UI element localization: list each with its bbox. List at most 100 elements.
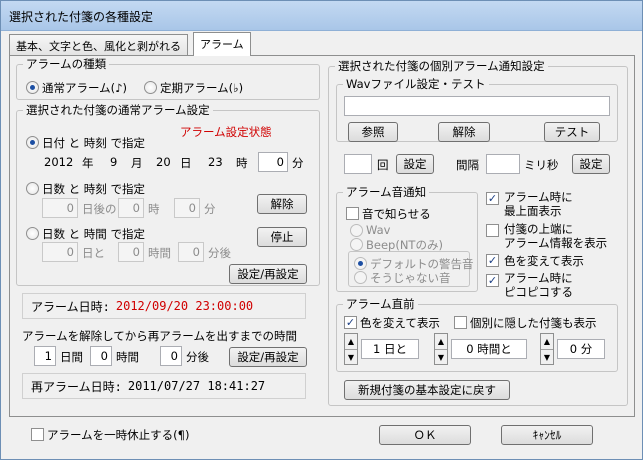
sound-enable-label: 音で知らせる <box>362 207 431 221</box>
days-time-radio[interactable] <box>26 182 39 195</box>
minute-field[interactable]: 0 <box>258 152 288 172</box>
hidden-notes-checkbox[interactable] <box>454 316 467 329</box>
month-value[interactable]: 9 <box>110 155 117 169</box>
spin-up-icon[interactable]: ▲ <box>345 334 357 349</box>
days-after-unit: 日後の <box>82 202 117 216</box>
realarm-set-button[interactable]: 設定/再設定 <box>229 347 307 367</box>
reset-defaults-button[interactable]: 新規付箋の基本設定に戻す <box>344 380 510 400</box>
before-minutes-spinner[interactable]: ▲ ▼ <box>540 333 554 365</box>
hour-value[interactable]: 23 <box>208 155 223 169</box>
other-sound-radio[interactable] <box>354 271 367 284</box>
spin-down-icon[interactable]: ▼ <box>435 349 447 364</box>
individual-alarm-legend: 選択された付箋の個別アラーム通知設定 <box>338 59 545 73</box>
alarm-status-label: アラーム設定状態 <box>180 125 272 139</box>
spin-down-icon[interactable]: ▼ <box>345 349 357 364</box>
realarm-datetime-panel: 再アラーム日時: 2011/07/27 18:41:27 <box>22 373 306 399</box>
before-hours-spinner[interactable]: ▲ ▼ <box>434 333 448 365</box>
periodic-alarm-label: 定期アラーム(♭) <box>160 81 244 95</box>
window-title: 選択された付箋の各種設定 <box>9 10 154 24</box>
realarm-hours-field[interactable]: 0 <box>90 346 112 366</box>
alarm-datetime-label: アラーム日時: <box>31 299 110 314</box>
before-color-checkbox[interactable]: ✓ <box>344 316 357 329</box>
blink-checkbox[interactable]: ✓ <box>486 274 499 287</box>
top-info-label: 付箋の上端に アラーム情報を表示 <box>504 222 608 250</box>
days-time-label: 日数 と 時刻 で指定 <box>42 182 145 196</box>
spin-down-icon[interactable]: ▼ <box>541 349 553 364</box>
hour-unit: 時 <box>236 156 248 170</box>
days-hour-field[interactable]: 0 <box>118 198 144 218</box>
duration-hours-unit: 時間 <box>148 246 171 260</box>
interval-field[interactable] <box>486 154 520 174</box>
duration-hours-field[interactable]: 0 <box>118 242 144 262</box>
before-days-spinner[interactable]: ▲ ▼ <box>344 333 358 365</box>
interval-set-button[interactable]: 設定 <box>572 154 610 174</box>
ok-button[interactable]: ＯＫ <box>379 425 471 445</box>
year-unit: 年 <box>82 156 94 170</box>
interval-label: 間隔 <box>456 158 479 172</box>
realarm-minutes-unit: 分後 <box>186 350 209 364</box>
change-color-label: 色を変えて表示 <box>504 254 584 268</box>
duration-minutes-field[interactable]: 0 <box>178 242 204 262</box>
month-unit: 月 <box>131 156 143 170</box>
test-button[interactable]: テスト <box>544 122 600 142</box>
normal-alarm-label: 通常アラーム(♪) <box>42 81 127 95</box>
spin-up-icon[interactable]: ▲ <box>541 334 553 349</box>
days-hour-unit: 時 <box>148 202 160 216</box>
spin-up-icon[interactable]: ▲ <box>435 334 447 349</box>
alarm-datetime-value: 2012/09/20 23:00:00 <box>115 299 254 313</box>
normal-alarm-legend: 選択された付箋の通常アラーム設定 <box>26 103 210 117</box>
cancel-button[interactable]: ｷｬﾝｾﾙ <box>501 425 593 445</box>
wav-path-field[interactable] <box>344 96 610 116</box>
normal-alarm-radio[interactable] <box>26 81 39 94</box>
settings-dialog: 選択された付箋の各種設定 基本、文字と色、風化と剥がれる アラーム アラームの種… <box>0 0 643 460</box>
tab-alarm[interactable]: アラーム <box>193 32 251 56</box>
tab-basic[interactable]: 基本、文字と色、風化と剥がれる <box>9 34 188 56</box>
realarm-minutes-field[interactable]: 0 <box>160 346 182 366</box>
default-sound-radio[interactable] <box>354 257 367 270</box>
pause-alarm-checkbox[interactable] <box>31 428 44 441</box>
other-sound-label: そうじゃない音 <box>370 271 451 285</box>
alarm-tab-panel: アラームの種類 通常アラーム(♪) 定期アラーム(♭) 選択された付箋の通常アラ… <box>9 55 635 417</box>
duration-days-field[interactable]: 0 <box>42 242 78 262</box>
day-value[interactable]: 20 <box>156 155 171 169</box>
realarm-days-unit: 日間 <box>60 350 83 364</box>
sound-enable-checkbox[interactable] <box>346 207 359 220</box>
topmost-checkbox[interactable]: ✓ <box>486 192 499 205</box>
before-days-field[interactable]: 1 日と <box>361 339 419 359</box>
duration-minutes-unit: 分後 <box>208 246 231 260</box>
days-after-field[interactable]: 0 <box>42 198 78 218</box>
top-info-checkbox[interactable] <box>486 224 499 237</box>
days-minute-unit: 分 <box>204 202 216 216</box>
title-bar[interactable]: 選択された付箋の各種設定 <box>1 1 642 31</box>
periodic-alarm-radio[interactable] <box>144 81 157 94</box>
repeat-count-field[interactable] <box>344 154 372 174</box>
change-color-checkbox[interactable]: ✓ <box>486 254 499 267</box>
before-alarm-legend: アラーム直前 <box>346 297 415 311</box>
interval-unit: ミリ秒 <box>524 158 559 172</box>
count-set-button[interactable]: 設定 <box>396 154 434 174</box>
day-unit: 日 <box>180 156 192 170</box>
before-hours-field[interactable]: 0 時間と <box>451 339 527 359</box>
realarm-hours-unit: 時間 <box>116 350 139 364</box>
stop-button[interactable]: 停止 <box>257 227 307 247</box>
clear-button[interactable]: 解除 <box>257 194 307 214</box>
set-reset-button[interactable]: 設定/再設定 <box>229 264 307 284</box>
wav-radio[interactable] <box>350 224 363 237</box>
days-duration-radio[interactable] <box>26 227 39 240</box>
realarm-heading: アラームを解除してから再アラームを出すまでの時間 <box>22 329 297 343</box>
date-time-radio[interactable] <box>26 136 39 149</box>
beep-radio[interactable] <box>350 238 363 251</box>
before-minutes-field[interactable]: 0 分 <box>557 339 605 359</box>
blink-label: アラーム時に ピコピコする <box>504 271 573 299</box>
realarm-days-field[interactable]: 1 <box>34 346 56 366</box>
year-value[interactable]: 2012 <box>44 155 73 169</box>
before-alarm-group: アラーム直前 <box>336 296 618 372</box>
realarm-datetime-value: 2011/07/27 18:41:27 <box>127 379 266 393</box>
days-minute-field[interactable]: 0 <box>174 198 200 218</box>
realarm-datetime-label: 再アラーム日時: <box>31 379 122 394</box>
date-time-label: 日付 と 時刻 で指定 <box>42 136 145 150</box>
duration-days-unit: 日と <box>82 246 105 260</box>
wav-legend: Wavファイル設定・テスト <box>346 77 486 91</box>
browse-button[interactable]: 参照 <box>348 122 398 142</box>
wav-clear-button[interactable]: 解除 <box>438 122 490 142</box>
